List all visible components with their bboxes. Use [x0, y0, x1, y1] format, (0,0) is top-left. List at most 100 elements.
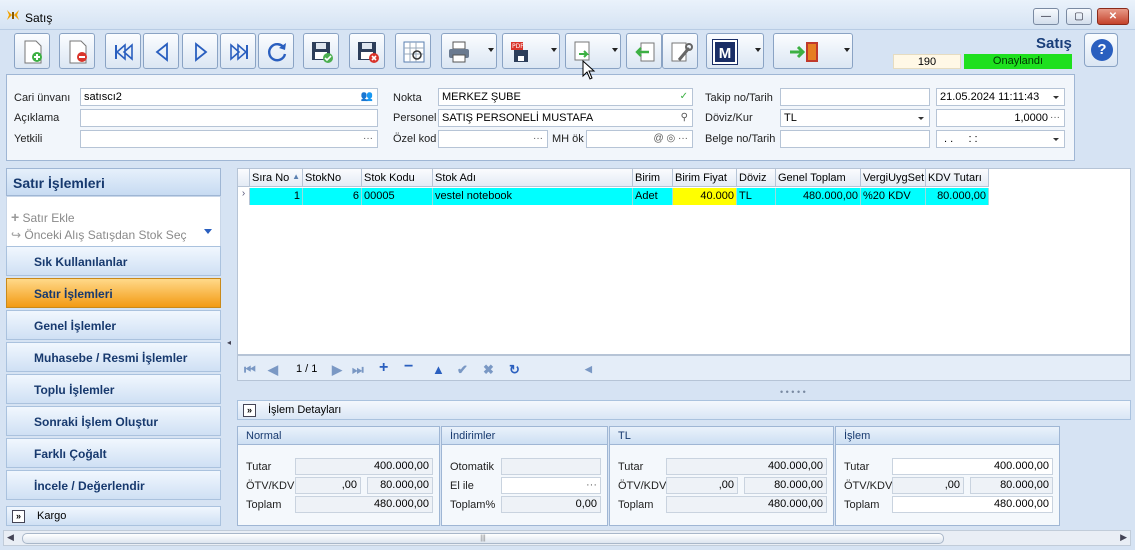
- col-kdv-tutari[interactable]: KDV Tutarı: [926, 169, 989, 187]
- people-icon[interactable]: 👥: [361, 89, 373, 105]
- m-module-button[interactable]: M: [706, 33, 764, 69]
- lookup-icon[interactable]: ⚲: [681, 110, 688, 126]
- date-dropdown-icon[interactable]: [1053, 96, 1059, 99]
- help-button[interactable]: ?: [1084, 33, 1118, 67]
- col-birim[interactable]: Birim: [633, 169, 673, 187]
- cell-stok-kodu[interactable]: 00005: [362, 188, 433, 205]
- cell-vergi-set[interactable]: %20 KDV: [861, 188, 926, 205]
- next-page-icon[interactable]: ▶: [332, 362, 342, 378]
- delete-document-button[interactable]: [59, 33, 95, 69]
- cell-birim-fiyat[interactable]: 40.000: [673, 188, 737, 205]
- save-approve-button[interactable]: [303, 33, 339, 69]
- import-button[interactable]: [626, 33, 662, 69]
- nav-muhasebe[interactable]: Muhasebe / Resmi İşlemler: [6, 342, 221, 372]
- doviz-dropdown-icon[interactable]: [918, 117, 924, 120]
- exit-dropdown-icon[interactable]: [844, 48, 850, 52]
- cell-birim[interactable]: Adet: [633, 188, 673, 205]
- actions-expand-icon[interactable]: [204, 229, 212, 234]
- nav-genel-islemler[interactable]: Genel İşlemler: [6, 310, 221, 340]
- exit-button[interactable]: [773, 33, 853, 69]
- scroll-left-icon[interactable]: ◀: [585, 364, 592, 375]
- cell-doviz[interactable]: TL: [737, 188, 776, 205]
- col-doviz[interactable]: Döviz: [737, 169, 776, 187]
- preview-button[interactable]: [395, 33, 431, 69]
- doviz-select[interactable]: TL: [780, 109, 930, 127]
- scrollbar-thumb[interactable]: |||: [22, 533, 944, 544]
- yetkili-field[interactable]: ···: [80, 130, 378, 148]
- detail-section-header[interactable]: »: [237, 400, 1131, 420]
- pdf-dropdown-icon[interactable]: [551, 48, 557, 52]
- islem-tutar-value[interactable]: 400.000,00: [892, 458, 1053, 475]
- horizontal-splitter-grip[interactable]: • • • • •: [780, 387, 806, 397]
- col-stok-adi[interactable]: Stok Adı: [433, 169, 633, 187]
- scroll-right-arrow-icon[interactable]: ▶: [1120, 532, 1127, 543]
- add-row-icon[interactable]: +: [379, 359, 388, 377]
- belge-date-dropdown-icon[interactable]: [1053, 138, 1059, 141]
- cell-stokno[interactable]: 6: [303, 188, 362, 205]
- email-icon[interactable]: @ ◎ ···: [654, 131, 688, 147]
- next-record-button[interactable]: [182, 33, 218, 69]
- collapse-arrow-icon[interactable]: ◂: [227, 338, 231, 347]
- row-indicator-icon[interactable]: ›: [238, 188, 250, 205]
- nav-satir-islemleri[interactable]: Satır İşlemleri: [6, 278, 221, 308]
- horizontal-scrollbar[interactable]: ◀ ||| ▶: [3, 530, 1131, 546]
- cari-unvani-field[interactable]: satıscı2 👥: [80, 88, 378, 106]
- onceki-alis-action[interactable]: ↪ Önceki Alış Satışdan Stok Seç: [11, 228, 187, 242]
- belge-no-field[interactable]: [780, 130, 930, 148]
- nav-sonraki-islem[interactable]: Sonraki İşlem Oluştur: [6, 406, 221, 436]
- previous-record-button[interactable]: [143, 33, 179, 69]
- col-stokno[interactable]: StokNo: [303, 169, 362, 187]
- col-sira-no[interactable]: Sıra No ▲: [250, 169, 303, 187]
- transfer-dropdown-icon[interactable]: [612, 48, 618, 52]
- collapse-detail-icon[interactable]: »: [243, 404, 256, 417]
- satir-ekle-action[interactable]: + Satır Ekle: [11, 209, 75, 225]
- nav-farkli-cogalt[interactable]: Farklı Çoğalt: [6, 438, 221, 468]
- tools-button[interactable]: [662, 33, 698, 69]
- belge-date-field[interactable]: . . : :: [936, 130, 1065, 148]
- mh-ok-field[interactable]: @ ◎ ···: [586, 130, 693, 148]
- m-dropdown-icon[interactable]: [755, 48, 761, 52]
- aciklama-field[interactable]: [80, 109, 378, 127]
- print-button[interactable]: [441, 33, 497, 69]
- el-ile-field[interactable]: ···: [501, 477, 601, 494]
- kur-field[interactable]: 1,0000 ···: [936, 109, 1065, 127]
- expand-icon[interactable]: »: [12, 510, 25, 523]
- pdf-export-button[interactable]: PDF: [502, 33, 560, 69]
- new-document-button[interactable]: [14, 33, 50, 69]
- col-genel-toplam[interactable]: Genel Toplam: [776, 169, 861, 187]
- personel-field[interactable]: SATIŞ PERSONELİ MUSTAFA ⚲: [438, 109, 693, 127]
- takip-no-field[interactable]: [780, 88, 930, 106]
- nav-incele[interactable]: İncele / Değerlendir: [6, 470, 221, 500]
- vertical-splitter[interactable]: ◂: [224, 168, 234, 530]
- cell-kdv-tutari[interactable]: 80.000,00: [926, 188, 989, 205]
- move-up-icon[interactable]: ▲: [432, 362, 445, 377]
- cell-stok-adi[interactable]: vestel notebook: [433, 188, 633, 205]
- last-record-button[interactable]: [220, 33, 256, 69]
- cell-genel-toplam[interactable]: 480.000,00: [776, 188, 861, 205]
- refresh-grid-icon[interactable]: ↻: [509, 362, 520, 378]
- print-dropdown-icon[interactable]: [488, 48, 494, 52]
- first-record-button[interactable]: [105, 33, 141, 69]
- first-page-icon[interactable]: ⏮: [244, 362, 256, 378]
- close-button[interactable]: ✕: [1097, 8, 1129, 25]
- col-stok-kodu[interactable]: Stok Kodu: [362, 169, 433, 187]
- maximize-button[interactable]: ▢: [1066, 8, 1092, 25]
- minimize-button[interactable]: —: [1033, 8, 1059, 25]
- cancel-edit-icon[interactable]: ✖: [483, 362, 494, 378]
- ozel-kod-field[interactable]: ···: [438, 130, 548, 148]
- confirm-icon[interactable]: ✔: [457, 362, 468, 378]
- kargo-section[interactable]: » Kargo: [6, 506, 221, 526]
- islem-toplam-value[interactable]: 480.000,00: [892, 496, 1053, 513]
- nav-sik-kullanilanlar[interactable]: Sık Kullanılanlar: [6, 246, 221, 276]
- prev-page-icon[interactable]: ◀: [268, 362, 278, 378]
- col-birim-fiyat[interactable]: Birim Fiyat: [673, 169, 737, 187]
- scroll-left-arrow-icon[interactable]: ◀: [7, 532, 14, 543]
- cell-sira-no[interactable]: 1: [250, 188, 303, 205]
- takip-date-field[interactable]: 21.05.2024 11:11:43: [936, 88, 1065, 106]
- save-cancel-button[interactable]: [349, 33, 385, 69]
- last-page-icon[interactable]: ⏭: [352, 362, 364, 378]
- col-vergi-set[interactable]: VergiUygSet: [861, 169, 926, 187]
- refresh-button[interactable]: [258, 33, 294, 69]
- nav-toplu-islemler[interactable]: Toplu İşlemler: [6, 374, 221, 404]
- delete-row-icon[interactable]: −: [404, 358, 413, 376]
